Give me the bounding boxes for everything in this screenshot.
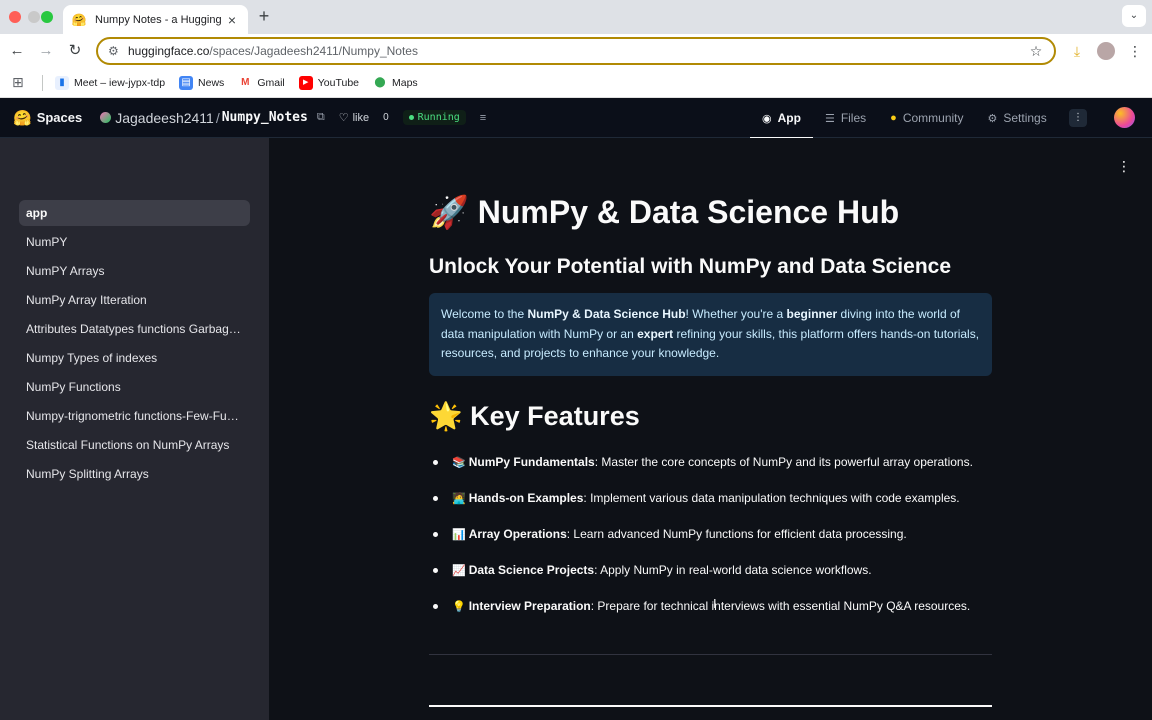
page-title: 🚀 NumPy & Data Science Hub xyxy=(429,194,900,230)
hugging-face-favicon-icon: 🤗 xyxy=(71,12,87,27)
divider xyxy=(429,654,992,655)
app-icon: ◉ xyxy=(762,112,772,125)
repo-name-link[interactable]: Numpy_Notes xyxy=(222,110,308,125)
sidebar: app NumPY NumPY Arrays NumPy Array Itter… xyxy=(0,138,269,720)
apps-grid-icon[interactable]: ⊞ xyxy=(12,74,28,91)
list-item: 🧑‍💻 Hands-on Examples: Implement various … xyxy=(429,487,1029,523)
sidebar-item-app[interactable]: app xyxy=(19,200,250,226)
tab-title: Numpy Notes - a Hugging Face xyxy=(95,13,224,26)
tab-settings[interactable]: ⚙ Settings xyxy=(976,98,1059,138)
sidebar-item-attributes-datatypes[interactable]: Attributes Datatypes functions Garbag… xyxy=(19,316,250,342)
heart-icon: ♡ xyxy=(338,112,349,124)
tab-community[interactable]: ● Community xyxy=(878,98,975,138)
spaces-link[interactable]: Spaces xyxy=(37,110,83,125)
owner-link[interactable]: Jagadeesh2411 xyxy=(115,110,214,126)
bookmark-maps[interactable]: ⬤ Maps xyxy=(373,76,417,90)
light-bulb-icon: 💡 xyxy=(452,601,466,613)
rocket-icon: 🚀 xyxy=(429,194,469,230)
address-bar[interactable]: ⚙ huggingface.co/spaces/Jagadeesh2411/Nu… xyxy=(96,37,1056,65)
bookmark-youtube[interactable]: ▶ YouTube xyxy=(298,75,359,90)
minimize-window-button[interactable] xyxy=(28,11,40,23)
logs-icon[interactable]: ≡ xyxy=(480,112,486,124)
books-icon: 📚 xyxy=(452,457,466,469)
forward-arrow-icon[interactable]: → xyxy=(36,41,56,61)
features-list: 📚 NumPy Fundamentals: Master the core con… xyxy=(429,451,1029,631)
bookmark-gmail[interactable]: M Gmail xyxy=(238,76,285,90)
divider xyxy=(429,705,992,707)
hugging-face-logo-icon[interactable]: 🤗 xyxy=(13,109,32,127)
site-info-icon[interactable]: ⚙ xyxy=(108,44,124,58)
bookmark-star-icon[interactable]: ☆ xyxy=(1026,43,1046,60)
profile-avatar[interactable] xyxy=(1097,42,1115,60)
files-icon: ☰ xyxy=(824,112,835,125)
path-separator: / xyxy=(215,109,220,126)
key-features-heading: 🌟 Key Features xyxy=(429,401,640,431)
bookmark-meet[interactable]: ▮ Meet – iew-jypx-tdp xyxy=(55,75,165,90)
download-icon[interactable]: ⤓ xyxy=(1068,42,1086,60)
list-item: 📊 Array Operations: Learn advanced NumPy … xyxy=(429,523,1029,559)
hf-tabs: ◉ App ☰ Files ● Community ⚙ Settings xyxy=(750,98,1059,139)
close-tab-icon[interactable]: × xyxy=(224,12,240,28)
like-count: 0 xyxy=(383,112,389,123)
sidebar-item-array-iteration[interactable]: NumPy Array Itteration xyxy=(19,287,250,313)
back-arrow-icon[interactable]: ← xyxy=(7,41,27,61)
news-icon: ▤ xyxy=(179,75,194,90)
sidebar-item-numpy-arrays[interactable]: NumPY Arrays xyxy=(19,258,250,284)
browser-tab[interactable]: 🤗 Numpy Notes - a Hugging Face × xyxy=(63,5,248,34)
sidebar-item-numpy[interactable]: NumPY xyxy=(19,229,250,255)
sidebar-item-trigonometric-functions[interactable]: Numpy-trignometric functions-Few-Fu… xyxy=(19,403,250,429)
list-item: 💡 Interview Preparation: Prepare for tech… xyxy=(429,595,1029,631)
close-window-button[interactable] xyxy=(9,11,21,23)
like-button[interactable]: ♡ like xyxy=(338,111,369,125)
space-avatar xyxy=(100,112,112,123)
user-avatar[interactable] xyxy=(1114,107,1135,128)
list-item: 📈 Data Science Projects: Apply NumPy in r… xyxy=(429,559,1029,595)
youtube-icon: ▶ xyxy=(298,75,313,90)
hf-header: 🤗 Spaces Jagadeesh2411 / Numpy_Notes ⧉ ♡… xyxy=(0,98,1152,139)
list-item: 📚 NumPy Fundamentals: Master the core con… xyxy=(429,451,1029,487)
more-options-icon[interactable]: ⋮ xyxy=(1069,109,1087,127)
text-cursor-icon: I xyxy=(713,596,717,611)
new-tab-icon[interactable]: + xyxy=(255,7,273,25)
status-badge[interactable]: Running xyxy=(402,110,466,125)
bookmarks-divider xyxy=(42,74,43,91)
browser-toolbar: ← → ↻ ⚙ huggingface.co/spaces/Jagadeesh2… xyxy=(0,34,1152,68)
star-icon: 🌟 xyxy=(429,401,463,431)
copy-icon[interactable]: ⧉ xyxy=(317,111,325,124)
sidebar-item-types-of-indexes[interactable]: Numpy Types of indexes xyxy=(19,345,250,371)
app-menu-icon[interactable]: ⋮ xyxy=(1117,156,1131,176)
browser-menu-icon[interactable]: ⋮ xyxy=(1126,42,1144,60)
bookmarks-bar: ⊞ ▮ Meet – iew-jypx-tdp ▤ News M Gmail ▶… xyxy=(0,68,1152,98)
status-dot-icon xyxy=(408,114,414,120)
maximize-window-button[interactable] xyxy=(41,11,53,23)
page-subtitle: Unlock Your Potential with NumPy and Dat… xyxy=(429,255,952,278)
browser-tab-bar: 🤗 Numpy Notes - a Hugging Face × + ⌄ xyxy=(0,0,1152,34)
reload-icon[interactable]: ↻ xyxy=(65,41,85,61)
tab-search-icon[interactable]: ⌄ xyxy=(1122,5,1146,27)
welcome-info-box: Welcome to the NumPy & Data Science Hub!… xyxy=(429,293,992,376)
url-text[interactable]: huggingface.co/spaces/Jagadeesh2411/Nump… xyxy=(128,44,1026,58)
sidebar-item-splitting-arrays[interactable]: NumPy Splitting Arrays xyxy=(19,461,250,487)
sidebar-item-statistical-functions[interactable]: Statistical Functions on NumPy Arrays xyxy=(19,432,250,458)
maps-icon: ⬤ xyxy=(374,76,386,88)
tab-app[interactable]: ◉ App xyxy=(750,98,813,139)
tab-files[interactable]: ☰ Files xyxy=(813,98,878,138)
gear-icon: ⚙ xyxy=(987,112,998,125)
meet-icon: ▮ xyxy=(55,75,69,90)
bookmark-news[interactable]: ▤ News xyxy=(179,75,224,90)
sidebar-item-numpy-functions[interactable]: NumPy Functions xyxy=(19,374,250,400)
community-icon: ● xyxy=(890,112,897,124)
gmail-icon: M xyxy=(241,76,250,88)
bar-chart-icon: 📊 xyxy=(452,529,466,541)
main-content: ⋮ 🚀 NumPy & Data Science Hub Unlock Your… xyxy=(269,138,1152,720)
trending-chart-icon: 📈 xyxy=(452,565,466,577)
technologist-icon: 🧑‍💻 xyxy=(452,493,466,505)
